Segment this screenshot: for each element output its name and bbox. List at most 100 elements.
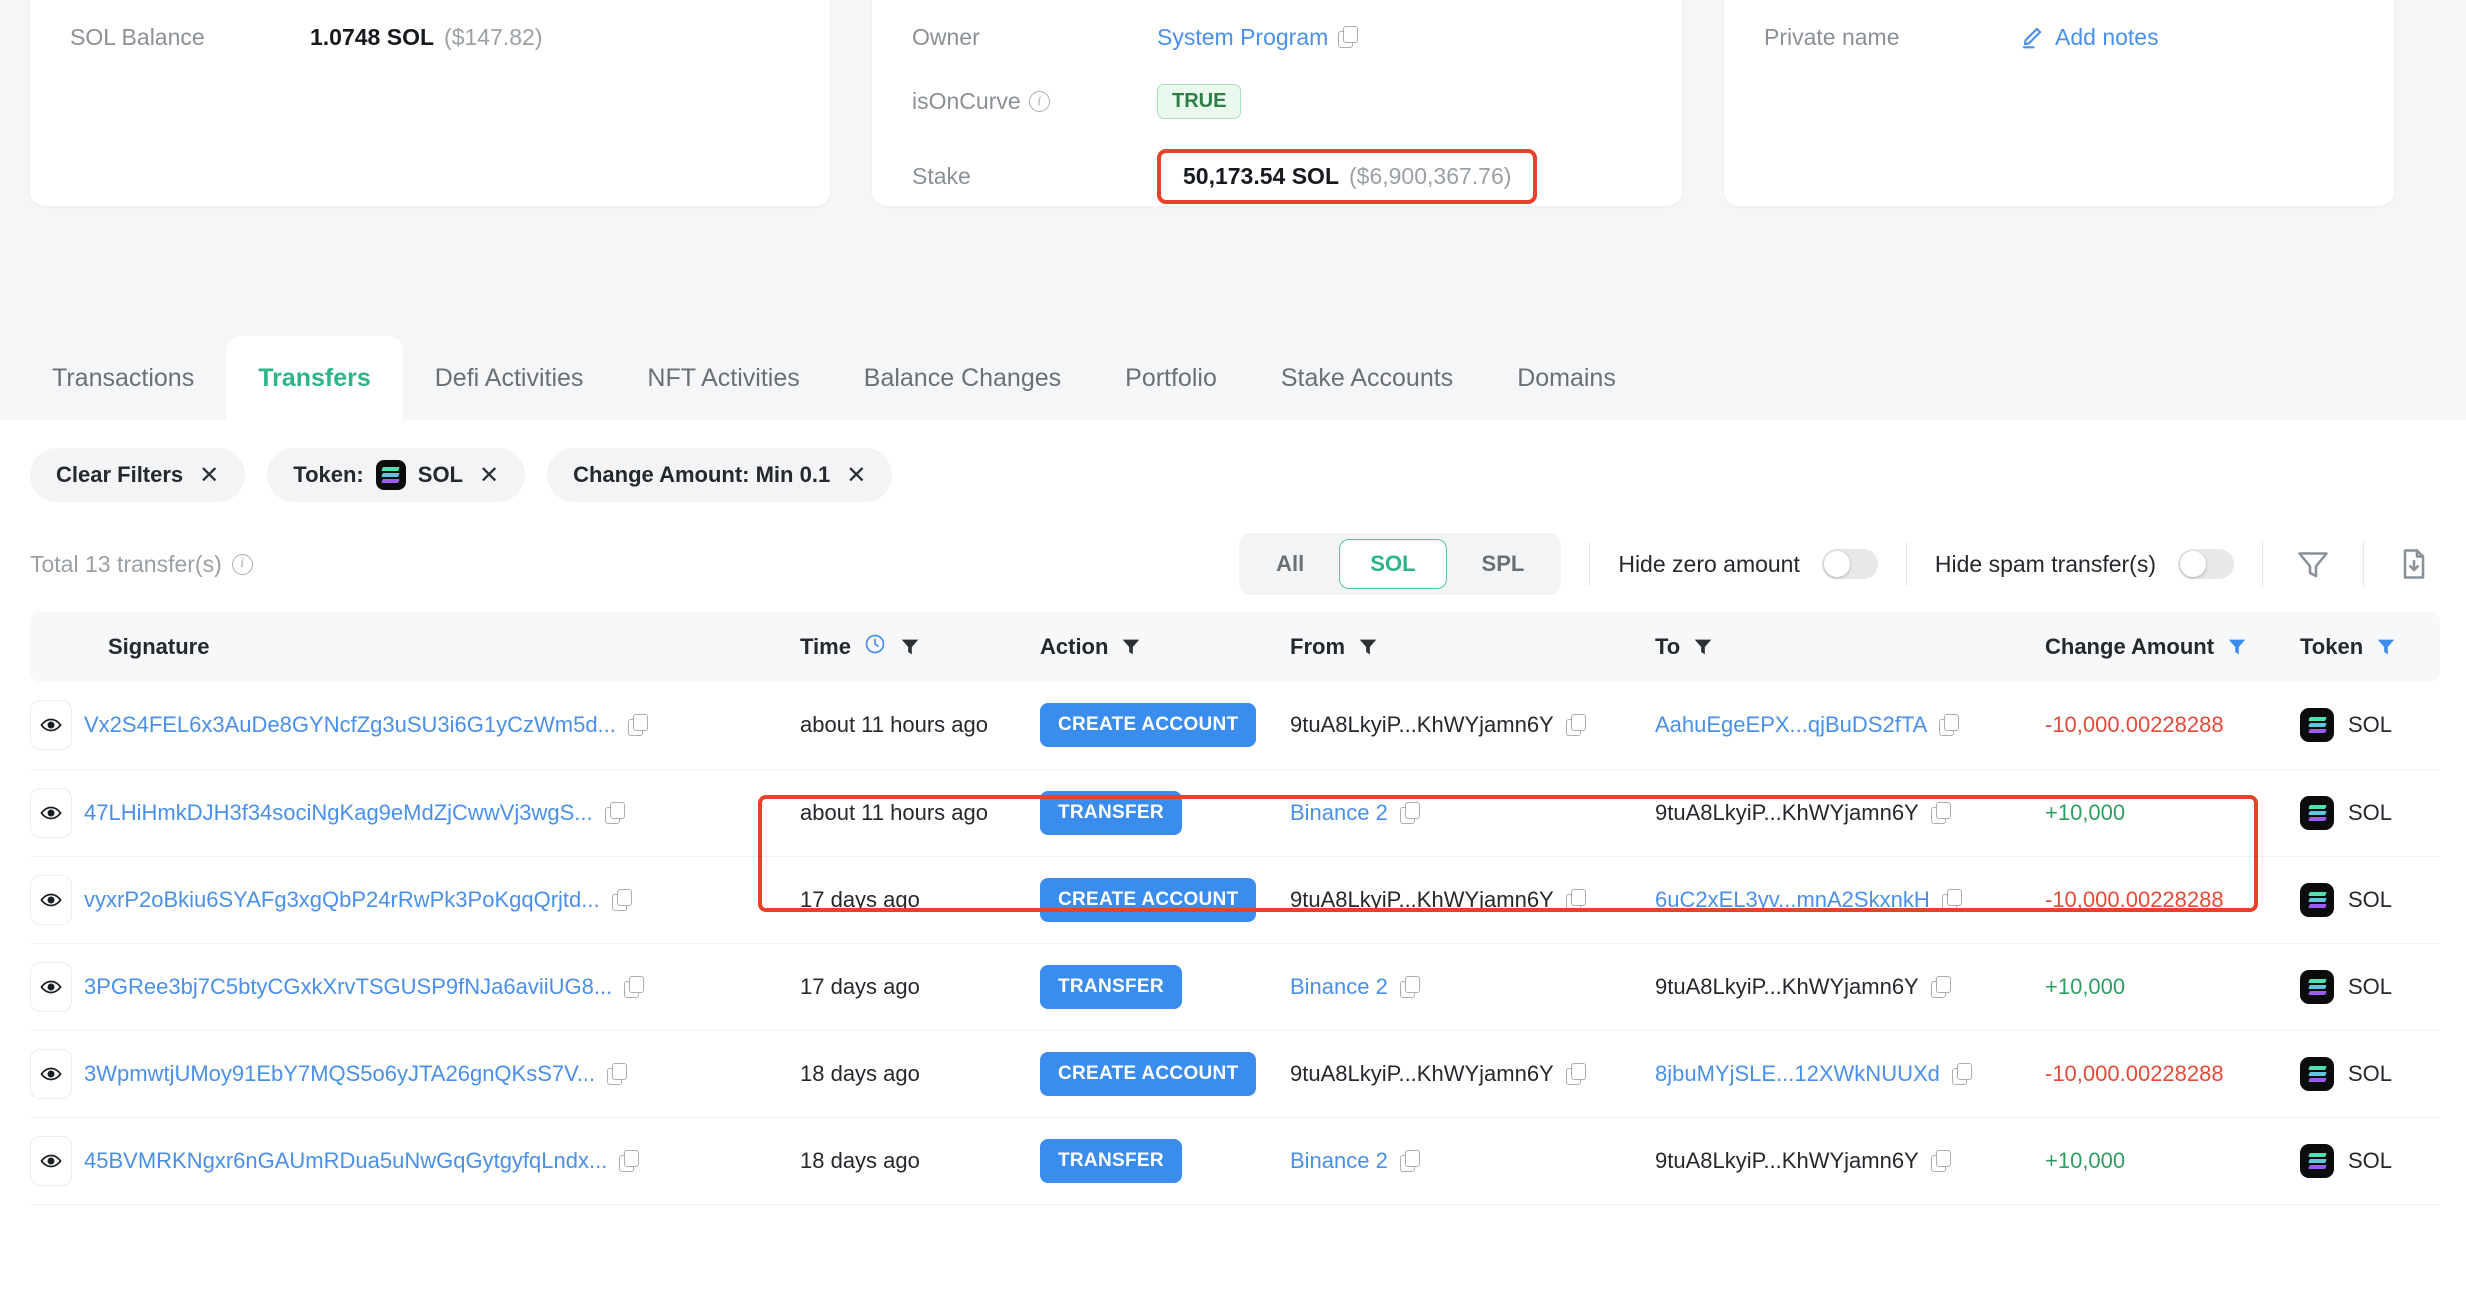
from-address-link[interactable]: Binance 2 bbox=[1290, 800, 1388, 826]
add-notes-link[interactable]: Add notes bbox=[2055, 24, 2159, 51]
copy-icon[interactable] bbox=[1565, 888, 1588, 911]
tab-domains[interactable]: Domains bbox=[1485, 336, 1648, 420]
filter-icon[interactable] bbox=[1357, 636, 1379, 658]
change-amount-filter-label: Change Amount: Min 0.1 bbox=[573, 462, 831, 487]
change-amount-filter-chip[interactable]: Change Amount: Min 0.1 ✕ bbox=[547, 448, 893, 502]
copy-icon[interactable] bbox=[604, 801, 627, 824]
tab-portfolio[interactable]: Portfolio bbox=[1093, 336, 1249, 420]
tab-label: Transfers bbox=[258, 363, 371, 392]
column-to[interactable]: To bbox=[1655, 612, 2045, 682]
tab-transactions[interactable]: Transactions bbox=[30, 336, 226, 420]
copy-icon[interactable] bbox=[1338, 26, 1360, 48]
token-filter-chip[interactable]: Token: SOL ✕ bbox=[267, 448, 526, 502]
copy-icon[interactable] bbox=[611, 888, 634, 911]
signature-link[interactable]: Vx2S4FEL6x3AuDe8GYNcfZg3uSU3i6G1yCzWm5d.… bbox=[84, 712, 616, 738]
close-icon[interactable]: ✕ bbox=[846, 461, 866, 490]
to-address-link[interactable]: 6uC2xEL3yv...mnA2SkxnkH bbox=[1655, 887, 1930, 913]
cell-from: Binance 2 bbox=[1290, 769, 1655, 857]
table-row[interactable]: vyxrP2oBkiu6SYAFg3xgQbP24rRwPk3PoKgqQrjt… bbox=[30, 856, 2440, 944]
action-badge[interactable]: CREATE ACCOUNT bbox=[1040, 877, 1257, 922]
copy-icon[interactable] bbox=[607, 1062, 629, 1085]
close-icon[interactable]: ✕ bbox=[199, 461, 219, 490]
owner-label: Owner bbox=[912, 23, 980, 50]
copy-icon[interactable] bbox=[1565, 714, 1588, 737]
owner-link[interactable]: System Program bbox=[1157, 24, 1328, 51]
cell-token: SOL bbox=[2300, 943, 2440, 1031]
tab-defi-activities[interactable]: Defi Activities bbox=[403, 336, 616, 420]
eye-icon[interactable] bbox=[30, 961, 72, 1012]
segment-all[interactable]: All bbox=[1245, 539, 1335, 589]
copy-icon[interactable] bbox=[1941, 888, 1964, 911]
column-change-amount[interactable]: Change Amount bbox=[2045, 612, 2300, 682]
to-address-link[interactable]: AahuEgeEPX...qjBuDS2fTA bbox=[1655, 712, 1927, 738]
column-label: Time bbox=[800, 634, 851, 659]
segment-sol[interactable]: SOL bbox=[1339, 539, 1447, 589]
stake-value-highlight: 50,173.54 SOL ($6,900,367.76) bbox=[1157, 149, 1538, 204]
close-icon[interactable]: ✕ bbox=[479, 461, 499, 490]
column-from[interactable]: From bbox=[1290, 612, 1655, 682]
eye-icon[interactable] bbox=[30, 1135, 72, 1186]
column-token[interactable]: Token bbox=[2300, 612, 2440, 682]
info-icon[interactable]: i bbox=[231, 553, 253, 575]
filter-icon[interactable] bbox=[899, 636, 921, 658]
tab-balance-changes[interactable]: Balance Changes bbox=[832, 336, 1093, 420]
transfers-toolbar: Total 13 transfer(s) i All SOL SPL Hide … bbox=[30, 516, 2436, 612]
table-row[interactable]: 3PGRee3bj7C5btyCGxkXrvTSGUSP9fNJa6aviiUG… bbox=[30, 943, 2440, 1031]
filter-icon[interactable] bbox=[1120, 636, 1142, 658]
action-badge[interactable]: TRANSFER bbox=[1040, 1138, 1182, 1183]
table-row[interactable]: Vx2S4FEL6x3AuDe8GYNcfZg3uSU3i6G1yCzWm5d.… bbox=[30, 682, 2440, 770]
segment-spl[interactable]: SPL bbox=[1451, 539, 1556, 589]
signature-link[interactable]: 3PGRee3bj7C5btyCGxkXrvTSGUSP9fNJa6aviiUG… bbox=[84, 974, 612, 1000]
hide-spam-transfers-control: Hide spam transfer(s) bbox=[1935, 549, 2234, 579]
copy-icon[interactable] bbox=[1930, 1149, 1953, 1172]
table-row[interactable]: 3WpmwtjUMoy91EbY7MQS5o6yJTA26gnQKsS7V...… bbox=[30, 1030, 2440, 1118]
action-badge[interactable]: CREATE ACCOUNT bbox=[1040, 703, 1257, 748]
from-address-link[interactable]: Binance 2 bbox=[1290, 974, 1388, 1000]
from-address-link[interactable]: Binance 2 bbox=[1290, 1148, 1388, 1174]
action-badge[interactable]: TRANSFER bbox=[1040, 964, 1182, 1009]
copy-icon[interactable] bbox=[1399, 975, 1422, 998]
eye-icon[interactable] bbox=[30, 787, 72, 838]
action-badge[interactable]: CREATE ACCOUNT bbox=[1040, 1051, 1257, 1096]
copy-icon[interactable] bbox=[627, 714, 650, 737]
table-row[interactable]: 47LHiHmkDJH3f34sociNgKag9eMdZjCwwVj3wgS.… bbox=[30, 769, 2440, 857]
clear-filters-chip[interactable]: Clear Filters ✕ bbox=[30, 448, 246, 502]
copy-icon[interactable] bbox=[1951, 1062, 1974, 1085]
download-icon[interactable] bbox=[2392, 542, 2436, 586]
table-row[interactable]: 45BVMRKNgxr6nGAUmRDua5uNwGqGytgyfqLndx..… bbox=[30, 1117, 2440, 1205]
copy-icon[interactable] bbox=[1930, 801, 1953, 824]
eye-icon[interactable] bbox=[30, 700, 72, 751]
hide-zero-amount-toggle[interactable] bbox=[1821, 549, 1878, 579]
signature-link[interactable]: 47LHiHmkDJH3f34sociNgKag9eMdZjCwwVj3wgS.… bbox=[84, 800, 593, 826]
filter-funnel-icon[interactable] bbox=[2291, 542, 2335, 586]
filter-icon[interactable] bbox=[1692, 636, 1714, 658]
signature-link[interactable]: vyxrP2oBkiu6SYAFg3xgQbP24rRwPk3PoKgqQrjt… bbox=[84, 887, 600, 913]
filter-icon-active[interactable] bbox=[2226, 636, 2248, 658]
copy-icon[interactable] bbox=[1565, 1062, 1588, 1085]
copy-icon[interactable] bbox=[1399, 801, 1422, 824]
info-icon[interactable]: i bbox=[1028, 91, 1050, 112]
column-time[interactable]: Time bbox=[800, 612, 1040, 682]
tab-transfers[interactable]: Transfers bbox=[226, 336, 403, 420]
signature-link[interactable]: 3WpmwtjUMoy91EbY7MQS5o6yJTA26gnQKsS7V... bbox=[84, 1061, 595, 1087]
divider bbox=[1905, 542, 1907, 586]
eye-icon[interactable] bbox=[30, 1048, 72, 1099]
to-address-link[interactable]: 8jbuMYjSLE...12XWkNUUXd bbox=[1655, 1061, 1940, 1087]
tab-stake-accounts[interactable]: Stake Accounts bbox=[1249, 336, 1485, 420]
column-action[interactable]: Action bbox=[1040, 612, 1290, 682]
copy-icon[interactable] bbox=[1930, 975, 1953, 998]
clock-icon[interactable] bbox=[863, 632, 887, 662]
signature-link[interactable]: 45BVMRKNgxr6nGAUmRDua5uNwGqGytgyfqLndx..… bbox=[84, 1148, 607, 1174]
tab-nft-activities[interactable]: NFT Activities bbox=[615, 336, 831, 420]
column-signature[interactable]: Signature bbox=[30, 612, 800, 682]
hide-spam-transfers-toggle[interactable] bbox=[2178, 549, 2234, 579]
eye-icon[interactable] bbox=[30, 874, 72, 925]
action-badge[interactable]: TRANSFER bbox=[1040, 790, 1182, 835]
copy-icon[interactable] bbox=[1939, 714, 1961, 737]
pencil-icon[interactable] bbox=[2019, 24, 2045, 50]
copy-icon[interactable] bbox=[624, 975, 646, 998]
filter-icon-active[interactable] bbox=[2375, 636, 2397, 658]
copy-icon[interactable] bbox=[1399, 1149, 1422, 1172]
copy-icon[interactable] bbox=[619, 1149, 641, 1172]
table-body: Vx2S4FEL6x3AuDe8GYNcfZg3uSU3i6G1yCzWm5d.… bbox=[30, 682, 2440, 1205]
